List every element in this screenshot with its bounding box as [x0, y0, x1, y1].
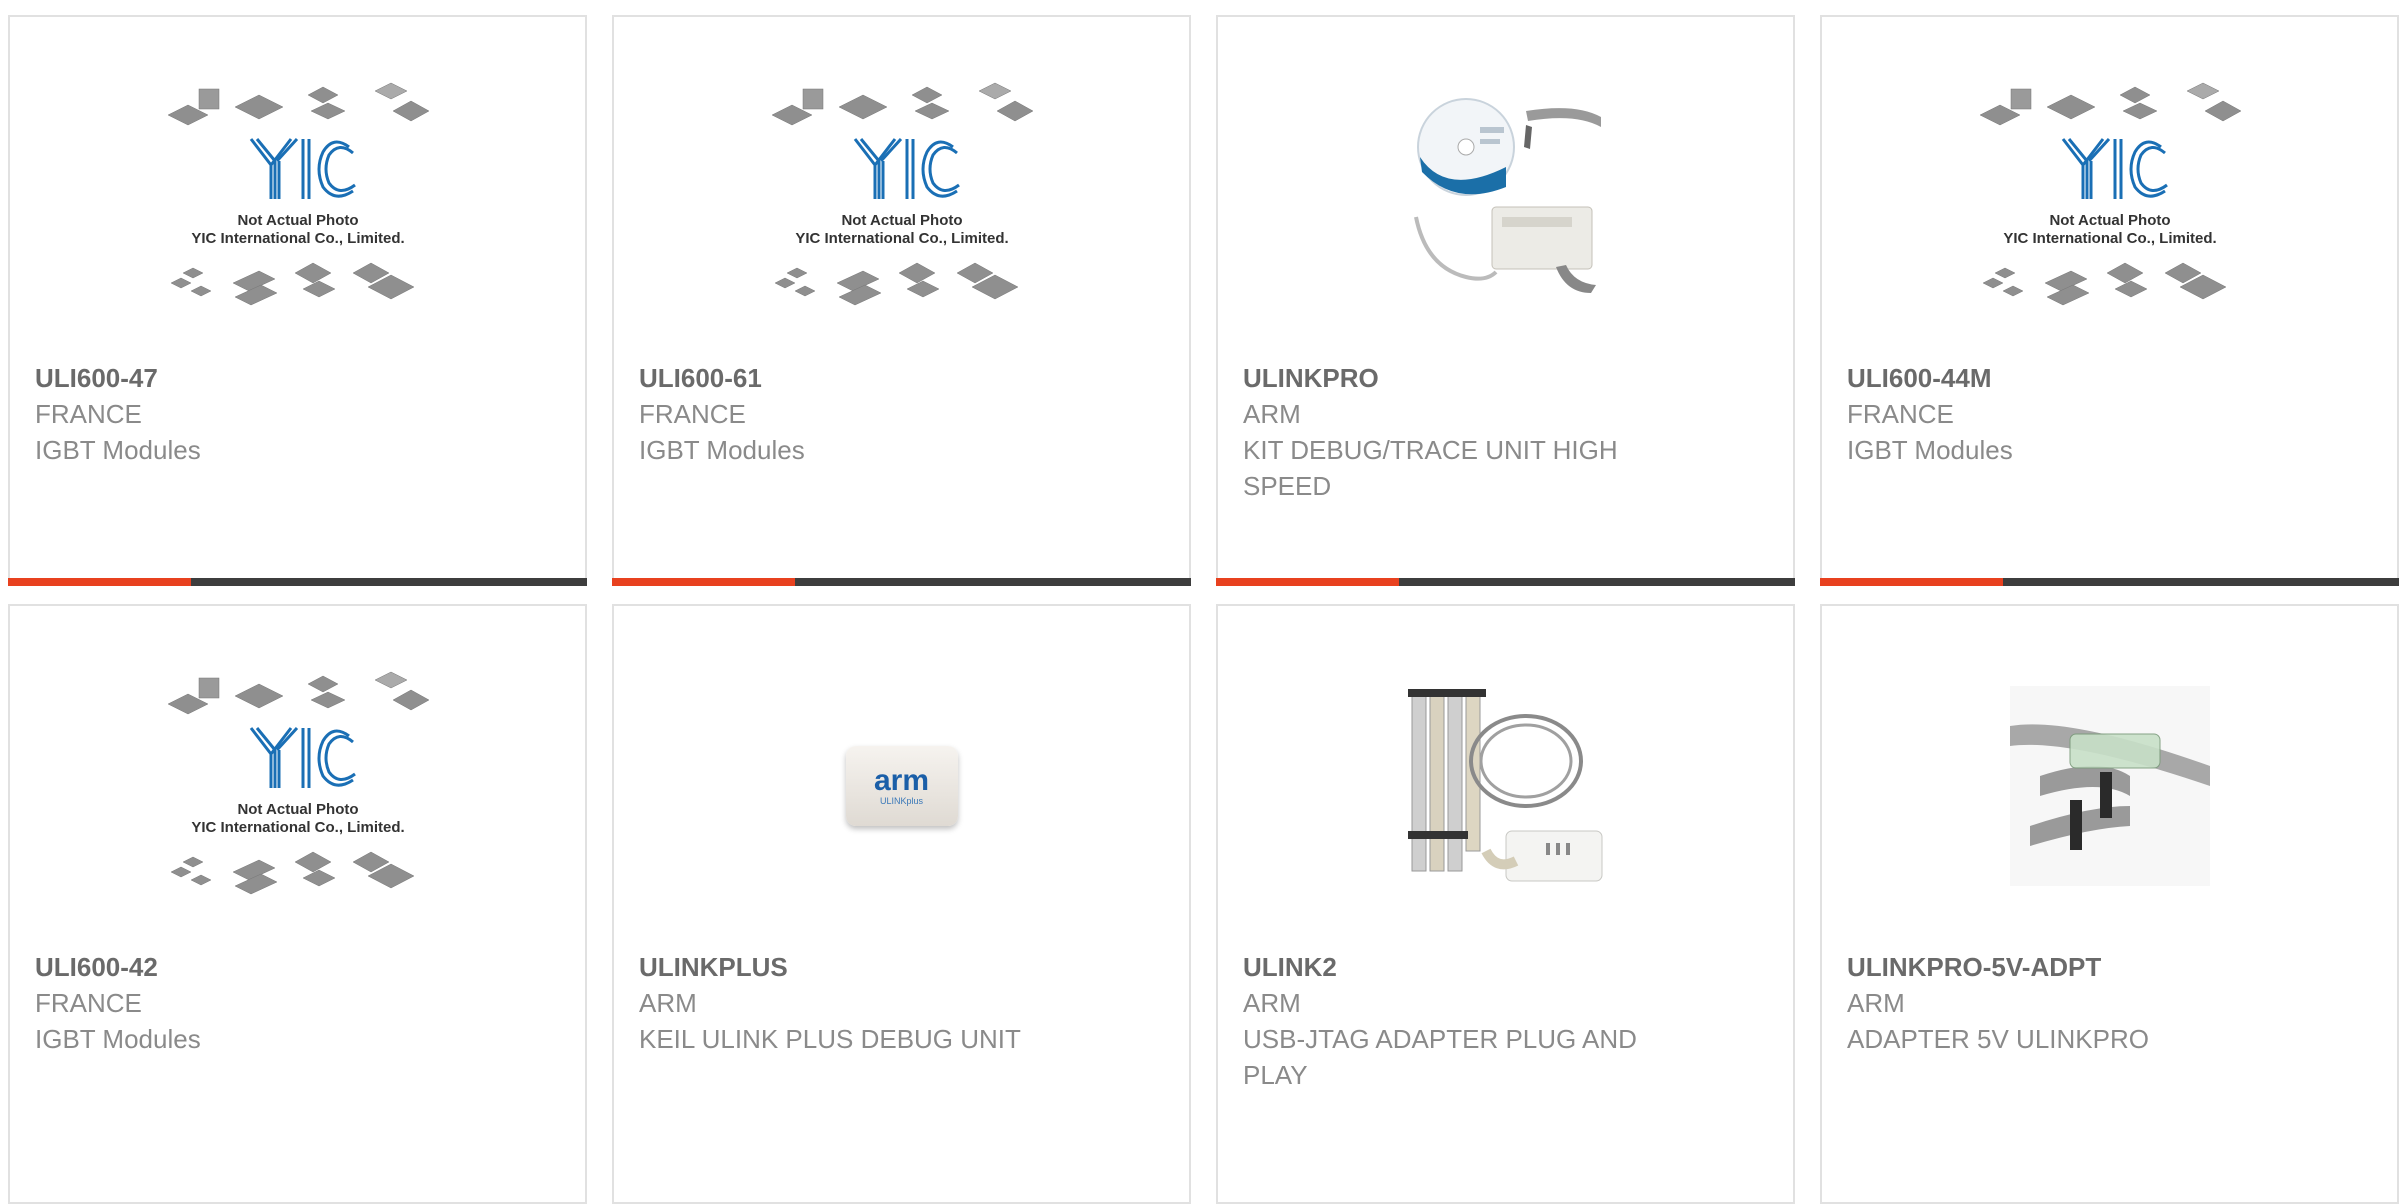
placeholder-line-2: YIC International Co., Limited. — [2003, 230, 2216, 247]
product-image[interactable]: Not Actual Photo YIC International Co., … — [10, 666, 585, 906]
manufacturer: FRANCE — [639, 399, 746, 429]
card-accent-bar — [612, 578, 795, 586]
part-number[interactable]: ULINK2 — [1243, 949, 1768, 985]
yic-logo — [249, 726, 356, 788]
yic-logo — [2061, 137, 2168, 199]
description: IGBT Modules — [35, 1024, 201, 1054]
product-grid: Not Actual Photo YIC International Co., … — [0, 0, 2400, 1204]
placeholder-line-1: Not Actual Photo — [237, 212, 358, 229]
manufacturer: ARM — [1243, 988, 1301, 1018]
yic-logo — [249, 137, 356, 199]
manufacturer: ARM — [639, 988, 697, 1018]
card-bottom-bar — [1820, 578, 2399, 586]
yic-placeholder-image: Not Actual Photo YIC International Co., … — [770, 82, 1034, 306]
product-image[interactable] — [1822, 666, 2397, 906]
product-card[interactable]: arm ULINKplus ULINKPLUS ARM KEIL ULINK P… — [612, 604, 1191, 1204]
card-accent-bar — [1820, 578, 2003, 586]
placeholder-line-2: YIC International Co., Limited. — [795, 230, 1008, 247]
product-card[interactable]: Not Actual Photo YIC International Co., … — [8, 15, 587, 586]
product-image[interactable]: Not Actual Photo YIC International Co., … — [614, 77, 1189, 317]
yic-logo — [853, 137, 960, 199]
arm-logo: arm — [873, 764, 930, 797]
device-label: ULINKplus — [879, 796, 924, 806]
placeholder-line-2: YIC International Co., Limited. — [191, 230, 404, 247]
placeholder-line-1: Not Actual Photo — [2049, 212, 2170, 229]
product-image[interactable] — [1218, 77, 1793, 317]
product-card[interactable]: ULINKPRO-5V-ADPT ARM ADAPTER 5V ULINKPRO — [1820, 604, 2399, 1204]
product-info: ULI600-42 FRANCE IGBT Modules — [35, 949, 560, 1057]
description: ADAPTER 5V ULINKPRO — [1847, 1024, 2149, 1054]
product-card[interactable]: Not Actual Photo YIC International Co., … — [1820, 15, 2399, 586]
part-number[interactable]: ULI600-44M — [1847, 360, 2372, 396]
manufacturer: FRANCE — [1847, 399, 1954, 429]
description: IGBT Modules — [1847, 435, 2013, 465]
ulinkplus-device-image: arm ULINKplus — [845, 746, 958, 826]
product-card[interactable]: Not Actual Photo YIC International Co., … — [8, 604, 587, 1204]
card-bottom-bar — [612, 578, 1191, 586]
part-number[interactable]: ULINKPRO — [1243, 360, 1768, 396]
ulink2-kit-image — [1407, 689, 1602, 882]
product-image[interactable]: Not Actual Photo YIC International Co., … — [10, 77, 585, 317]
product-card[interactable]: ULINKPRO ARM KIT DEBUG/TRACE UNIT HIGH S… — [1216, 15, 1795, 586]
manufacturer: FRANCE — [35, 399, 142, 429]
yic-placeholder-image: Not Actual Photo YIC International Co., … — [1978, 82, 2242, 306]
yic-placeholder-image: Not Actual Photo YIC International Co., … — [166, 671, 430, 895]
part-number[interactable]: ULI600-61 — [639, 360, 1164, 396]
card-accent-bar — [1216, 578, 1399, 586]
product-card[interactable]: Not Actual Photo YIC International Co., … — [612, 15, 1191, 586]
part-number[interactable]: ULI600-47 — [35, 360, 560, 396]
product-image[interactable] — [1218, 666, 1793, 906]
description: USB-JTAG ADAPTER PLUG AND PLAY — [1243, 1024, 1637, 1090]
description: IGBT Modules — [639, 435, 805, 465]
description: IGBT Modules — [35, 435, 201, 465]
part-number[interactable]: ULINKPLUS — [639, 949, 1164, 985]
product-image[interactable]: arm ULINKplus — [614, 666, 1189, 906]
placeholder-line-1: Not Actual Photo — [841, 212, 962, 229]
manufacturer: FRANCE — [35, 988, 142, 1018]
product-info: ULI600-61 FRANCE IGBT Modules — [639, 360, 1164, 468]
yic-placeholder-image: Not Actual Photo YIC International Co., … — [166, 82, 430, 306]
product-card[interactable]: ULINK2 ARM USB-JTAG ADAPTER PLUG AND PLA… — [1216, 604, 1795, 1204]
ulinkpro-kit-image — [1413, 98, 1601, 293]
description: KIT DEBUG/TRACE UNIT HIGH SPEED — [1243, 435, 1618, 501]
manufacturer: ARM — [1243, 399, 1301, 429]
card-bottom-bar — [8, 578, 587, 586]
product-info: ULINK2 ARM USB-JTAG ADAPTER PLUG AND PLA… — [1243, 949, 1768, 1093]
manufacturer: ARM — [1847, 988, 1905, 1018]
description: KEIL ULINK PLUS DEBUG UNIT — [639, 1024, 1021, 1054]
ribbon-adapter-image — [2009, 686, 2210, 886]
product-info: ULI600-47 FRANCE IGBT Modules — [35, 360, 560, 468]
placeholder-line-1: Not Actual Photo — [237, 801, 358, 818]
part-number[interactable]: ULINKPRO-5V-ADPT — [1847, 949, 2372, 985]
card-accent-bar — [8, 578, 191, 586]
card-bottom-bar — [1216, 578, 1795, 586]
part-number[interactable]: ULI600-42 — [35, 949, 560, 985]
product-info: ULINKPRO ARM KIT DEBUG/TRACE UNIT HIGH S… — [1243, 360, 1768, 504]
placeholder-line-2: YIC International Co., Limited. — [191, 819, 404, 836]
product-image[interactable]: Not Actual Photo YIC International Co., … — [1822, 77, 2397, 317]
product-info: ULINKPLUS ARM KEIL ULINK PLUS DEBUG UNIT — [639, 949, 1164, 1057]
product-info: ULI600-44M FRANCE IGBT Modules — [1847, 360, 2372, 468]
product-info: ULINKPRO-5V-ADPT ARM ADAPTER 5V ULINKPRO — [1847, 949, 2372, 1057]
